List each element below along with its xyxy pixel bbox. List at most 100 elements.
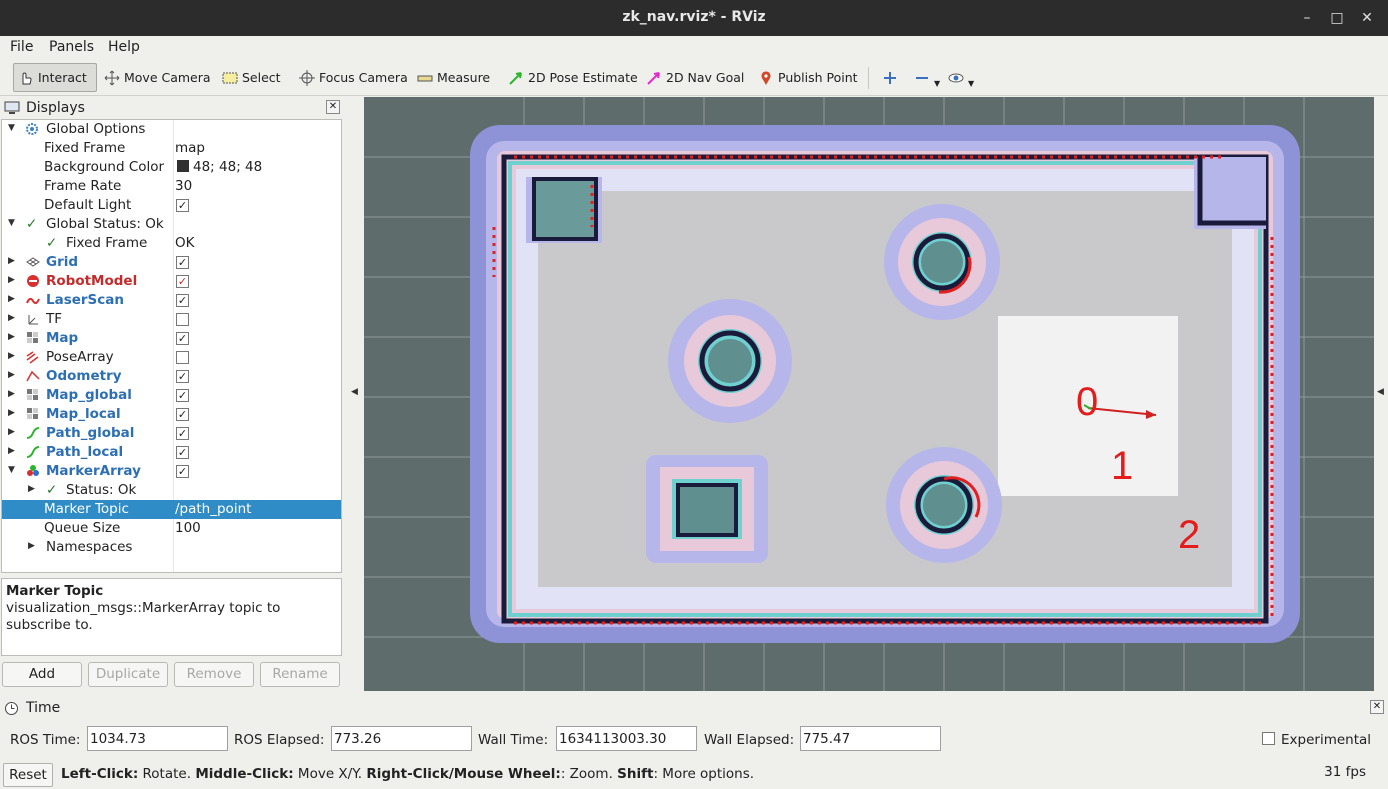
display-enable-checkbox[interactable]: ✓ [176,294,189,307]
map-canvas[interactable]: 0 1 2 [364,97,1374,691]
frame-rate-value[interactable]: 30 [175,178,192,194]
view-tool-button[interactable]: ▼ [944,63,978,92]
tree-row-queue-size[interactable]: Queue Size 100 [2,519,341,538]
expand-arrow-icon[interactable]: ▶ [8,427,15,437]
fixed-frame-value[interactable]: map [175,140,205,156]
close-time-icon[interactable]: ✕ [1370,700,1384,714]
ruler-icon [417,70,433,86]
expand-arrow-icon[interactable]: ▶ [8,313,15,323]
display-enable-checkbox[interactable]: ✓ [176,446,189,459]
display-enable-checkbox[interactable]: ✓ [176,370,189,383]
expand-arrow-icon[interactable]: ▶ [8,294,15,304]
expand-arrow-icon[interactable]: ▼ [8,465,15,475]
expand-arrow-icon[interactable]: ▼ [8,218,15,228]
add-tool-button[interactable] [878,63,906,92]
tree-row-status-fixed-frame[interactable]: ✓ Fixed Frame OK [2,234,341,253]
tree-row-grid[interactable]: ▶ Grid ✓ [2,253,341,272]
displays-tree[interactable]: ▼ Global Options Fixed Frame map Backgro… [1,119,342,573]
display-enable-checkbox[interactable]: ✓ [176,465,189,478]
marker-label-2: 2 [1178,513,1200,557]
minimize-icon[interactable]: – [1297,8,1317,28]
tree-row-frame-rate[interactable]: Frame Rate 30 [2,177,341,196]
ros-time-field[interactable]: 1034.73 [87,726,228,751]
render-viewport[interactable]: 0 1 2 [364,97,1374,691]
expand-arrow-icon[interactable]: ▶ [28,541,35,551]
menu-help[interactable]: Help [108,39,140,55]
remove-button[interactable]: Remove [174,662,254,687]
interact-tool[interactable]: Interact [13,63,97,92]
tree-row-map[interactable]: ▶ Map ✓ [2,329,341,348]
menu-file[interactable]: File [10,39,33,55]
display-enable-checkbox[interactable]: ✓ [176,275,189,288]
tree-row-global-options[interactable]: ▼ Global Options [2,120,341,139]
maximize-icon[interactable]: □ [1327,8,1347,28]
obstacle-circle-3 [886,447,1002,563]
add-button[interactable]: Add [2,662,82,687]
tree-row-tf[interactable]: ▶ TF [2,310,341,329]
display-enable-checkbox[interactable]: ✓ [176,389,189,402]
queue-size-value[interactable]: 100 [175,520,201,536]
display-enable-checkbox[interactable] [176,313,189,326]
title-bar: zk_nav.rviz* - RViz – □ ✕ [0,0,1388,36]
tree-row-path-local[interactable]: ▶ Path_local ✓ [2,443,341,462]
close-icon[interactable]: ✕ [1357,8,1377,28]
tree-row-map-local[interactable]: ▶ Map_local ✓ [2,405,341,424]
menu-panels[interactable]: Panels [49,39,94,55]
tree-row-robotmodel[interactable]: ▶ RobotModel ✓ [2,272,341,291]
tree-row-default-light[interactable]: Default Light ✓ [2,196,341,215]
tree-row-background-color[interactable]: Background Color 48; 48; 48 [2,158,341,177]
default-light-checkbox[interactable]: ✓ [176,199,189,212]
display-enable-checkbox[interactable] [176,351,189,364]
expand-arrow-icon[interactable]: ▶ [28,484,35,494]
display-enable-checkbox[interactable]: ✓ [176,332,189,345]
ros-elapsed-field[interactable]: 773.26 [331,726,472,751]
display-enable-checkbox[interactable]: ✓ [176,256,189,269]
collapse-left-icon[interactable]: ◀ [351,387,358,397]
duplicate-button[interactable]: Duplicate [88,662,168,687]
display-label: LaserScan [46,292,125,308]
display-enable-checkbox[interactable]: ✓ [176,408,189,421]
select-tool[interactable]: Select [218,63,285,92]
remove-tool-button[interactable]: ▼ [910,63,944,92]
nav-goal-tool[interactable]: 2D Nav Goal [642,63,748,92]
experimental-checkbox[interactable] [1262,732,1275,745]
move-camera-tool[interactable]: Move Camera [100,63,215,92]
tree-row-posearray[interactable]: ▶ PoseArray [2,348,341,367]
tree-row-global-status[interactable]: ▼ ✓ Global Status: Ok [2,215,341,234]
expand-arrow-icon[interactable]: ▶ [8,351,15,361]
expand-arrow-icon[interactable]: ▶ [8,332,15,342]
expand-arrow-icon[interactable]: ▶ [8,370,15,380]
publish-point-tool[interactable]: Publish Point [754,63,862,92]
collapse-right-icon[interactable]: ◀ [1377,387,1384,397]
wall-elapsed-field[interactable]: 775.47 [800,726,941,751]
focus-camera-tool[interactable]: Focus Camera [295,63,412,92]
tree-row-laserscan[interactable]: ▶ LaserScan ✓ [2,291,341,310]
right-splitter[interactable]: ◀ [1374,97,1388,693]
tree-row-marker-status[interactable]: ▶ ✓ Status: Ok [2,481,341,500]
tree-row-path-global[interactable]: ▶ Path_global ✓ [2,424,341,443]
tree-row-markerarray[interactable]: ▼ MarkerArray ✓ [2,462,341,481]
display-enable-checkbox[interactable]: ✓ [176,427,189,440]
marker-topic-value[interactable]: /path_point [175,501,251,517]
expand-arrow-icon[interactable]: ▶ [8,275,15,285]
pose-estimate-tool[interactable]: 2D Pose Estimate [504,63,642,92]
grid-icon [26,255,40,269]
background-color-value[interactable]: 48; 48; 48 [177,159,262,175]
close-panel-icon[interactable]: ✕ [326,100,340,114]
tree-row-odometry[interactable]: ▶ Odometry ✓ [2,367,341,386]
expand-arrow-icon[interactable]: ▼ [8,123,15,133]
expand-arrow-icon[interactable]: ▶ [8,256,15,266]
tree-row-fixed-frame[interactable]: Fixed Frame map [2,139,341,158]
expand-arrow-icon[interactable]: ▶ [8,446,15,456]
rename-button[interactable]: Rename [260,662,340,687]
expand-arrow-icon[interactable]: ▶ [8,408,15,418]
wall-time-field[interactable]: 1634113003.30 [556,726,697,751]
tree-row-map-global[interactable]: ▶ Map_global ✓ [2,386,341,405]
expand-arrow-icon[interactable]: ▶ [8,389,15,399]
tree-row-marker-topic[interactable]: Marker Topic /path_point [2,500,341,519]
tree-row-namespaces[interactable]: ▶ Namespaces [2,538,341,557]
measure-tool[interactable]: Measure [413,63,494,92]
reset-button[interactable]: Reset [3,763,53,787]
left-splitter[interactable]: ◀ [346,97,364,693]
marker-label-0: 0 [1076,380,1098,424]
